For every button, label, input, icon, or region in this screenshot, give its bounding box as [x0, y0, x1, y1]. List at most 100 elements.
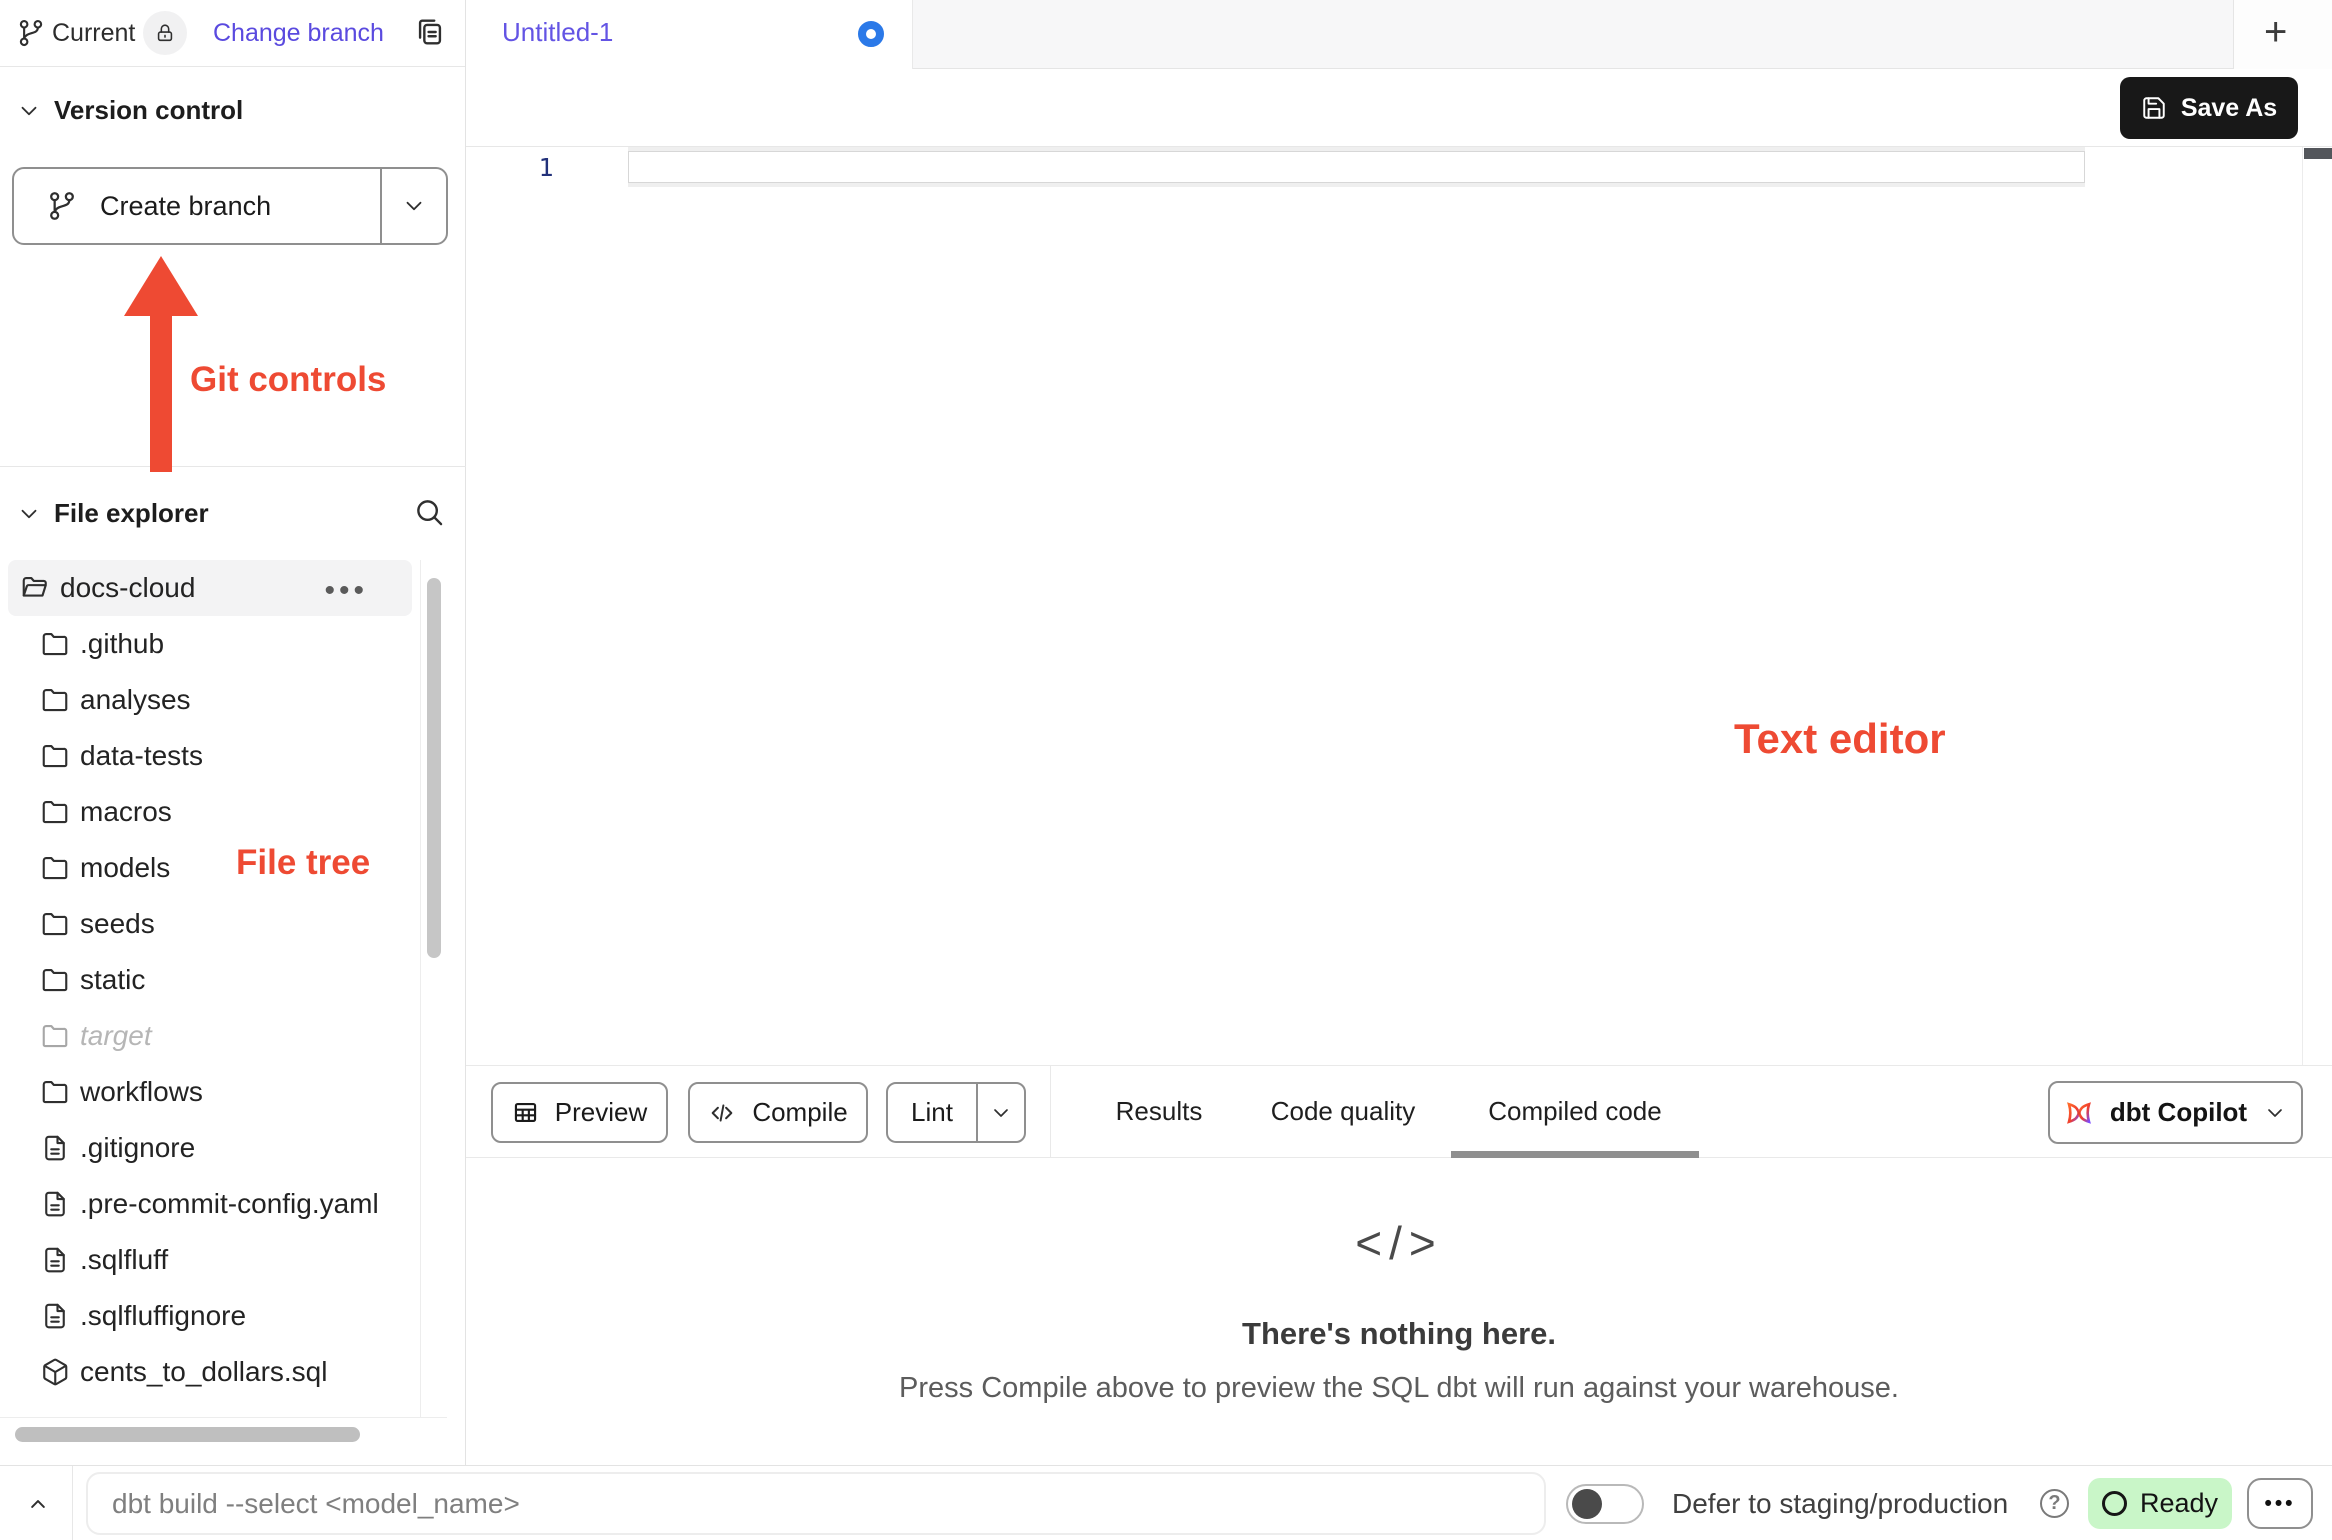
folder-icon	[40, 685, 70, 715]
active-line[interactable]	[628, 151, 2085, 183]
editor-tab-bar: Untitled-1 +	[466, 0, 2332, 69]
save-icon	[2141, 95, 2167, 121]
chevron-down-icon	[989, 1101, 1013, 1125]
empty-state-subtitle: Press Compile above to preview the SQL d…	[466, 1372, 2332, 1405]
lock-icon	[154, 22, 176, 44]
tree-item-docs-cloud[interactable]: docs-cloud •••	[8, 560, 412, 616]
row-menu-icon[interactable]: •••	[324, 574, 368, 608]
tree-item-data-tests[interactable]: data-tests	[0, 728, 420, 784]
dbt-cloud-ide: Current Change branch Version control Cr…	[0, 0, 2332, 1540]
result-toolbar: Preview Compile Lint Results Code qualit…	[466, 1065, 2332, 1158]
preview-button[interactable]: Preview	[491, 1082, 668, 1143]
information-window: Information window </> There's nothing h…	[466, 1158, 2332, 1465]
tree-horizontal-scrollbar[interactable]	[15, 1427, 360, 1442]
tree-item-seeds[interactable]: seeds	[0, 896, 420, 952]
file-icon	[40, 1301, 70, 1331]
command-line-input[interactable]	[86, 1472, 1546, 1535]
statusbar-divider	[72, 1466, 73, 1540]
tree-divider	[0, 1417, 447, 1418]
main-area: Untitled-1 + Save As 1 Text editor	[466, 0, 2332, 1465]
toggle-knob	[1572, 1489, 1602, 1519]
file-tree: docs-cloud ••• .github analyses data-tes…	[0, 560, 420, 1400]
tab-compiled-code[interactable]: Compiled code	[1451, 1066, 1699, 1158]
scrollbar-thumb[interactable]	[2304, 148, 2332, 159]
create-branch-split-button: Create branch	[12, 167, 448, 245]
tree-item-macros[interactable]: macros	[0, 784, 420, 840]
chevron-down-icon	[401, 193, 427, 219]
tree-item-gitignore[interactable]: .gitignore	[0, 1120, 420, 1176]
code-icon: </>	[1355, 1216, 1443, 1270]
tree-item-workflows[interactable]: workflows	[0, 1064, 420, 1120]
annotation-text-editor: Text editor	[1734, 715, 1946, 763]
copy-icon[interactable]	[413, 15, 447, 49]
folder-icon	[40, 909, 70, 939]
folder-icon	[40, 797, 70, 827]
create-branch-button[interactable]: Create branch	[14, 169, 380, 243]
change-branch-link[interactable]: Change branch	[213, 19, 384, 48]
search-icon[interactable]	[412, 495, 446, 529]
model-cube-icon	[40, 1357, 70, 1387]
create-branch-dropdown[interactable]	[380, 169, 446, 243]
folder-icon	[40, 1077, 70, 1107]
folder-icon	[40, 629, 70, 659]
text-editor[interactable]: 1 Text editor	[466, 147, 2332, 1065]
dbt-copilot-button[interactable]: dbt Copilot	[2048, 1081, 2303, 1144]
more-options-button[interactable]: •••	[2247, 1478, 2313, 1529]
current-branch-label: Current	[52, 19, 135, 48]
toolbar-divider	[1050, 1066, 1051, 1157]
help-icon[interactable]: ?	[2040, 1489, 2069, 1518]
unsaved-changes-dot-icon	[858, 21, 884, 47]
command-bar: Command line Defer to staging/production…	[0, 1465, 2332, 1540]
version-control-header[interactable]: Version control	[16, 95, 243, 126]
lint-button[interactable]: Lint	[888, 1084, 976, 1141]
tab-results[interactable]: Results	[1083, 1066, 1235, 1158]
branch-bar: Current Change branch	[0, 0, 465, 67]
annotation-file-tree: File tree	[236, 843, 370, 883]
file-icon	[40, 1189, 70, 1219]
file-explorer-header[interactable]: File explorer	[16, 498, 209, 529]
lint-split-button: Lint	[886, 1082, 1026, 1143]
empty-state-title: There's nothing here.	[466, 1316, 2332, 1352]
chevron-down-icon	[16, 501, 42, 527]
tree-item-cents-to-dollars[interactable]: cents_to_dollars.sql	[0, 1344, 420, 1400]
tree-item-pre-commit-config[interactable]: .pre-commit-config.yaml	[0, 1176, 420, 1232]
new-tab-button[interactable]: +	[2264, 8, 2287, 56]
tree-item-static[interactable]: static	[0, 952, 420, 1008]
chevron-down-icon	[2263, 1101, 2287, 1125]
annotation-git-controls: Git controls	[190, 360, 386, 400]
tree-item-sqlfluffignore[interactable]: .sqlfluffignore	[0, 1288, 420, 1344]
dbt-copilot-icon	[2064, 1098, 2094, 1128]
tab-untitled-1[interactable]: Untitled-1	[466, 0, 913, 69]
tab-title: Untitled-1	[502, 17, 613, 48]
table-icon	[512, 1099, 539, 1126]
editor-scrollbar[interactable]	[2302, 147, 2332, 1065]
tree-vertical-scrollbar[interactable]	[420, 560, 446, 1418]
result-panel-tabs: Results Code quality Compiled code	[1083, 1066, 1699, 1158]
lint-dropdown[interactable]	[976, 1084, 1024, 1141]
chevron-up-icon	[24, 1490, 52, 1518]
line-number: 1	[524, 153, 568, 182]
tree-item-github[interactable]: .github	[0, 616, 420, 672]
defer-label: Defer to staging/production	[1672, 1488, 2008, 1520]
collapse-panel-button[interactable]	[18, 1486, 58, 1522]
compile-button[interactable]: Compile	[688, 1082, 868, 1143]
scrollbar-thumb[interactable]	[427, 578, 441, 958]
folder-icon	[40, 965, 70, 995]
code-icon	[708, 1099, 736, 1127]
active-line-band	[628, 147, 2085, 187]
status-ring-icon	[2102, 1491, 2127, 1516]
section-divider	[0, 466, 466, 467]
tree-item-analyses[interactable]: analyses	[0, 672, 420, 728]
save-as-button[interactable]: Save As	[2120, 77, 2298, 139]
folder-icon	[40, 853, 70, 883]
tree-item-target[interactable]: target	[0, 1008, 420, 1064]
folder-icon	[40, 741, 70, 771]
defer-toggle[interactable]	[1566, 1484, 1644, 1524]
tree-item-sqlfluff[interactable]: .sqlfluff	[0, 1232, 420, 1288]
file-icon	[40, 1245, 70, 1275]
tab-code-quality[interactable]: Code quality	[1235, 1066, 1451, 1158]
file-icon	[40, 1133, 70, 1163]
new-tab-zone: +	[2233, 0, 2332, 69]
editor-action-bar: Save As	[466, 69, 2332, 147]
folder-open-icon	[20, 573, 50, 603]
